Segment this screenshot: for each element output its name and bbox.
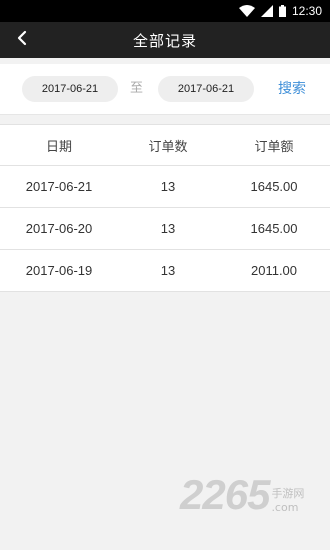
date-range-separator: 至 <box>130 81 144 96</box>
watermark-logo-text: 2265 <box>180 471 270 518</box>
wifi-icon <box>238 5 255 17</box>
cell-date: 2017-06-19 <box>25 263 93 278</box>
header-date: 日期 <box>45 138 72 154</box>
records-table: 日期 订单数 订单额 2017-06-21 13 1645.00 2017-06… <box>0 124 330 292</box>
back-button[interactable] <box>8 22 36 58</box>
chevron-left-icon <box>17 30 27 50</box>
table-row[interactable]: 2017-06-19 13 2011.00 <box>0 250 330 292</box>
table-row[interactable]: 2017-06-21 13 1645.00 <box>0 166 330 208</box>
cell-order-count: 13 <box>160 263 176 278</box>
cell-order-amount: 1645.00 <box>250 179 298 194</box>
end-date-field[interactable]: 2017-06-21 <box>158 76 254 102</box>
cell-order-count: 13 <box>160 221 176 236</box>
watermark-sub: 手游网 .com <box>269 477 304 514</box>
signal-icon <box>260 5 273 17</box>
status-bar: 12:30 <box>0 0 330 22</box>
page-title: 全部记录 <box>132 31 197 50</box>
cell-date: 2017-06-20 <box>25 221 93 236</box>
cell-date: 2017-06-21 <box>25 179 93 194</box>
watermark-domain: .com <box>271 500 299 514</box>
date-filter-bar: 2017-06-21 至 2017-06-21 搜索 <box>0 64 330 115</box>
watermark-site: 手游网 <box>271 486 305 500</box>
cell-order-count: 13 <box>160 179 176 194</box>
header-order-count: 订单数 <box>148 138 188 154</box>
nav-bar: 全部记录 <box>0 22 330 58</box>
cell-order-amount: 2011.00 <box>250 263 298 278</box>
header-order-amount: 订单额 <box>254 138 294 154</box>
status-time: 12:30 <box>291 4 322 18</box>
table-row[interactable]: 2017-06-20 13 1645.00 <box>0 208 330 250</box>
battery-icon <box>278 5 286 17</box>
cell-order-amount: 1645.00 <box>250 221 298 236</box>
search-button[interactable]: 搜索 <box>278 76 306 102</box>
table-header-row: 日期 订单数 订单额 <box>0 125 330 166</box>
watermark-logo: 2265 手游网 .com <box>180 470 304 520</box>
start-date-field[interactable]: 2017-06-21 <box>22 76 118 102</box>
